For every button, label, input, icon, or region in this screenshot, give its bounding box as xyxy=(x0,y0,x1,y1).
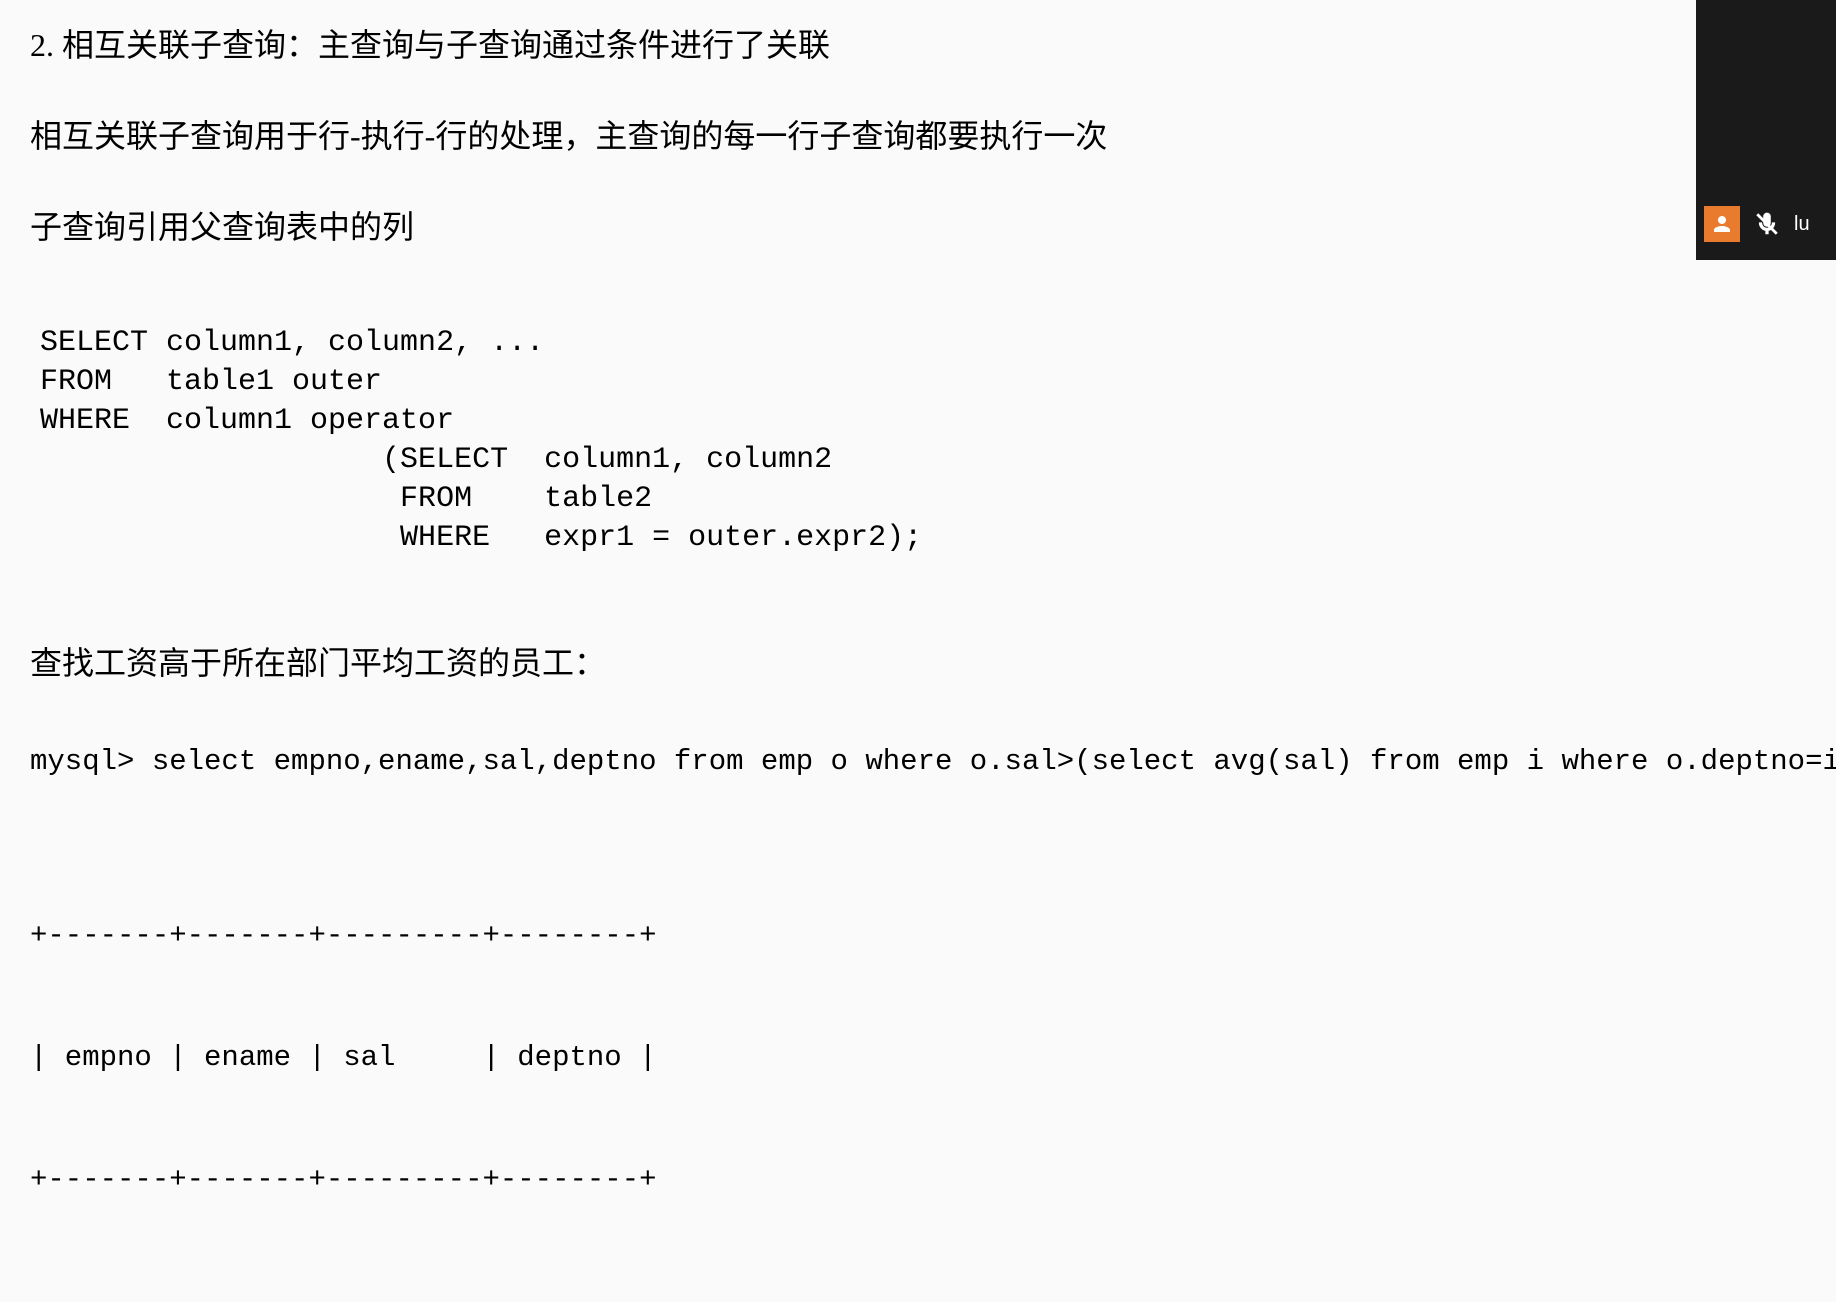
video-call-overlay: lu xyxy=(1696,0,1836,260)
participant-name: lu xyxy=(1794,213,1810,236)
paragraph-1: 相互关联子查询用于行-执行-行的处理，主查询的每一行子查询都要执行一次 xyxy=(30,111,1806,162)
mic-muted-icon xyxy=(1754,211,1780,237)
section-heading: 2. 相互关联子查询：主查询与子查询通过条件进行了关联 xyxy=(30,20,1806,71)
table-border-top: +-------+-------+---------+--------+ xyxy=(30,916,1806,957)
table-header-row: | empno | ename | sal | deptno | xyxy=(30,1038,1806,1079)
participant-row[interactable]: lu xyxy=(1696,198,1836,250)
document-content: 2. 相互关联子查询：主查询与子查询通过条件进行了关联 相互关联子查询用于行-执… xyxy=(0,0,1836,1302)
paragraph-2: 子查询引用父查询表中的列 xyxy=(30,202,1806,253)
result-table: +-------+-------+---------+--------+ | e… xyxy=(30,835,1806,1282)
sql-syntax-block: SELECT column1, column2, ... FROM table1… xyxy=(30,324,1806,558)
table-border-mid: +-------+-------+---------+--------+ xyxy=(30,1160,1806,1201)
mysql-query-line: mysql> select empno,ename,sal,deptno fro… xyxy=(30,739,1806,785)
avatar-icon xyxy=(1704,206,1740,242)
example-heading: 查找工资高于所在部门平均工资的员工： xyxy=(30,638,1806,689)
